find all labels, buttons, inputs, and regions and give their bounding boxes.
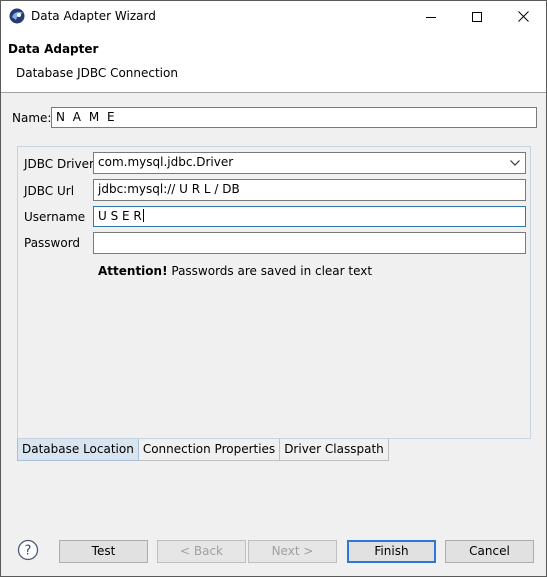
back-button[interactable]: < Back xyxy=(157,540,246,563)
window-title: Data Adapter Wizard xyxy=(31,9,156,23)
tab-bar: Database Location Connection Properties … xyxy=(17,439,389,461)
wizard-window: Data Adapter Wizard Data Adapter Databas… xyxy=(0,0,547,577)
text-caret xyxy=(142,209,144,222)
page-subtitle: Database JDBC Connection xyxy=(16,66,178,80)
username-value: U S E R xyxy=(98,209,142,223)
title-bar: Data Adapter Wizard xyxy=(1,1,546,32)
jdbc-driver-label: JDBC Driver xyxy=(24,157,94,171)
name-label: Name: xyxy=(12,111,52,125)
maximize-icon xyxy=(472,11,482,22)
database-location-panel: JDBC Driver com.mysql.jdbc.Driver JDBC U… xyxy=(17,146,531,439)
tab-database-location[interactable]: Database Location xyxy=(17,439,139,461)
jdbc-url-input[interactable]: jdbc:mysql:// U R L / DB xyxy=(93,179,526,201)
tab-connection-properties[interactable]: Connection Properties xyxy=(138,439,281,461)
next-button[interactable]: Next > xyxy=(248,540,337,563)
attention-label: Attention! xyxy=(98,264,168,278)
cancel-button[interactable]: Cancel xyxy=(445,540,534,563)
maximize-button[interactable] xyxy=(454,1,500,32)
username-label: Username xyxy=(24,210,86,224)
header-divider xyxy=(1,92,546,93)
attention-text: Passwords are saved in clear text xyxy=(167,264,373,278)
username-input[interactable]: U S E R xyxy=(93,206,526,227)
help-icon[interactable]: ? xyxy=(17,539,39,561)
jdbc-driver-value: com.mysql.jdbc.Driver xyxy=(98,155,234,169)
minimize-button[interactable] xyxy=(408,1,454,32)
close-window-button[interactable] xyxy=(500,1,546,32)
finish-button[interactable]: Finish xyxy=(347,540,436,563)
jdbc-driver-select[interactable]: com.mysql.jdbc.Driver xyxy=(93,152,526,174)
eclipse-icon xyxy=(9,8,25,24)
password-input[interactable] xyxy=(93,232,526,254)
test-button[interactable]: Test xyxy=(59,540,148,563)
minimize-icon xyxy=(426,16,436,18)
jdbc-url-label: JDBC Url xyxy=(24,184,75,198)
password-label: Password xyxy=(24,236,81,250)
page-title: Data Adapter xyxy=(8,42,99,56)
chevron-down-icon xyxy=(510,160,520,166)
close-icon xyxy=(517,11,529,22)
wizard-header: Data Adapter Database JDBC Connection xyxy=(1,32,546,92)
tab-driver-classpath[interactable]: Driver Classpath xyxy=(280,439,389,461)
svg-text:?: ? xyxy=(25,544,32,559)
name-input[interactable]: N A M E xyxy=(51,107,537,128)
password-warning: Attention! Passwords are saved in clear … xyxy=(98,264,372,278)
